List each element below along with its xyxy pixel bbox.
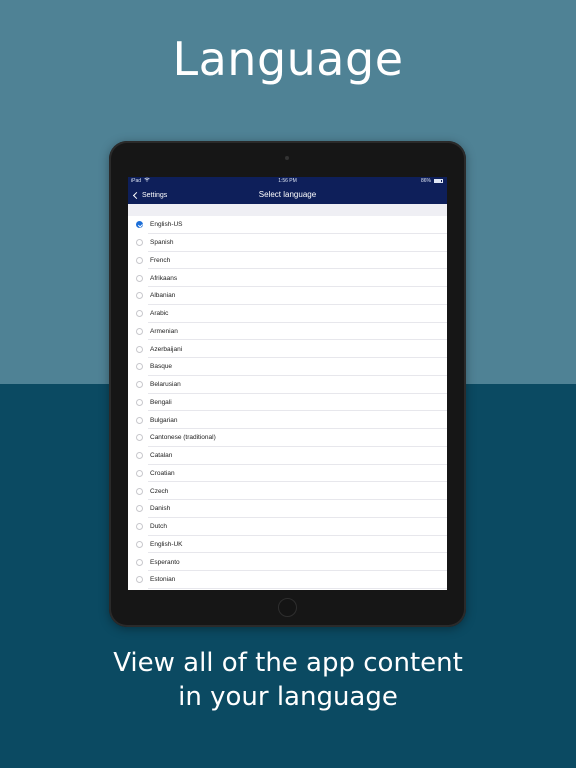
language-option[interactable]: Czech [128,482,447,500]
radio-empty-icon[interactable] [136,398,143,406]
language-option[interactable]: Esperanto [128,553,447,571]
battery-percentage: 86% [420,178,431,184]
language-option[interactable]: Danish [128,500,447,518]
language-label: Albanian [150,292,176,300]
language-label: Spanish [150,239,174,247]
radio-empty-icon[interactable] [136,576,143,584]
navigation-bar: Settings Select language [128,186,447,204]
language-label: Catalan [150,452,173,460]
radio-empty-icon[interactable] [136,558,143,566]
language-option[interactable]: Cantonese (traditional) [128,429,447,447]
language-option[interactable]: Croatian [128,465,447,483]
language-option[interactable]: Armenian [128,323,447,341]
language-label: Basque [150,363,173,371]
language-option[interactable]: Dutch [128,518,447,536]
navbar-title: Select language [258,190,317,199]
language-label: Arabic [150,310,169,318]
language-option[interactable]: French [128,252,447,270]
status-bar: iPad 1:56 PM 86% [128,177,447,186]
language-label: Estonian [150,576,176,584]
language-label: English-US [150,221,183,229]
radio-empty-icon[interactable] [136,452,143,460]
radio-empty-icon[interactable] [136,274,143,282]
language-option[interactable]: Arabic [128,305,447,323]
radio-empty-icon[interactable] [136,416,143,424]
language-option[interactable]: English-US [128,216,447,234]
language-option[interactable]: Spanish [128,234,447,252]
language-label: Dutch [150,523,167,531]
language-label: Afrikaans [150,274,178,282]
tagline: View all of the app content in your lang… [0,646,576,714]
language-option[interactable]: Basque [128,358,447,376]
camera-icon [285,156,289,160]
checkmark-circle-icon[interactable] [136,221,143,229]
language-label: Czech [150,487,169,495]
status-time: 1:56 PM [278,178,297,184]
language-option[interactable]: Albanian [128,287,447,305]
ipad-device-frame: iPad 1:56 PM 86% Settings Select languag… [109,141,466,627]
language-option[interactable]: Bulgarian [128,411,447,429]
radio-empty-icon[interactable] [136,292,143,300]
language-label: Esperanto [150,558,180,566]
language-label: Armenian [150,327,178,335]
radio-empty-icon[interactable] [136,363,143,371]
language-label: Croatian [150,469,175,477]
language-label: Azerbaijani [150,345,183,353]
radio-empty-icon[interactable] [136,310,143,318]
language-option[interactable]: Belarusian [128,376,447,394]
radio-empty-icon[interactable] [136,523,143,531]
language-label: Bengali [150,398,172,406]
home-button[interactable] [278,598,297,617]
language-option[interactable]: Estonian [128,571,447,589]
app-screen: iPad 1:56 PM 86% Settings Select languag… [128,177,447,590]
page-title: Language [172,32,404,86]
language-list: English-US Spanish French Afrikaans Albanian… [128,216,447,589]
language-label: Danish [150,505,171,513]
radio-empty-icon[interactable] [136,505,143,513]
language-label: Cantonese (traditional) [150,434,216,442]
language-option[interactable]: Bengali [128,394,447,412]
list-header-spacer [128,204,447,216]
language-label: Belarusian [150,381,181,389]
language-option[interactable]: Catalan [128,447,447,465]
radio-empty-icon[interactable] [136,327,143,335]
language-label: English-UK [150,540,183,548]
radio-empty-icon[interactable] [136,434,143,442]
language-option[interactable]: Afrikaans [128,269,447,287]
tagline-line-1: View all of the app content [113,648,463,678]
radio-empty-icon[interactable] [136,239,143,247]
radio-empty-icon[interactable] [136,540,143,548]
language-option[interactable]: English-UK [128,536,447,554]
radio-empty-icon[interactable] [136,381,143,389]
language-label: Bulgarian [150,416,178,424]
radio-empty-icon[interactable] [136,256,143,264]
radio-empty-icon[interactable] [136,345,143,353]
radio-empty-icon[interactable] [136,469,143,477]
battery-icon [434,179,443,183]
language-label: French [150,256,171,264]
radio-empty-icon[interactable] [136,487,143,495]
language-option[interactable]: Azerbaijani [128,340,447,358]
tagline-line-2: in your language [178,682,398,712]
